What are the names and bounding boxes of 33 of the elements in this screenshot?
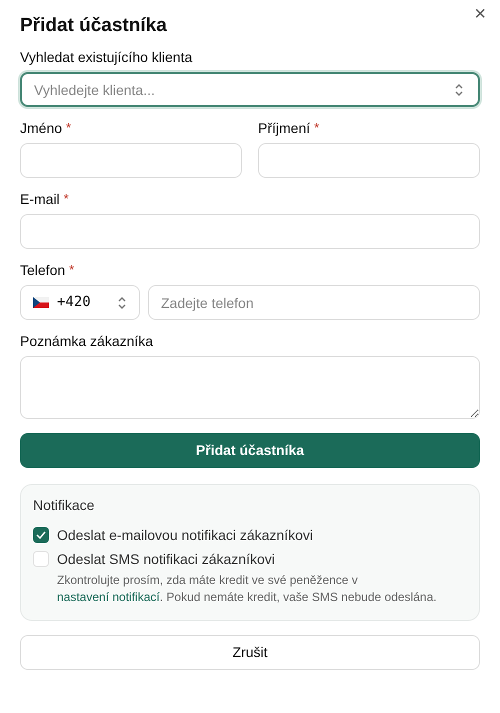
country-code-select[interactable]: +420 bbox=[20, 285, 140, 320]
field-label: Jméno bbox=[20, 119, 62, 137]
field-label: Příjmení bbox=[258, 119, 310, 137]
section-title: Notifikace bbox=[33, 496, 96, 515]
input-field[interactable] bbox=[20, 214, 480, 249]
input-field[interactable] bbox=[258, 143, 480, 178]
close-button[interactable]: × bbox=[474, 4, 486, 24]
search-field[interactable]: Vyhledejte klienta... bbox=[20, 72, 480, 107]
settings-link[interactable]: nastavení notifikací bbox=[57, 590, 160, 604]
required-mark: * bbox=[69, 261, 74, 279]
checkbox[interactable] bbox=[33, 527, 49, 543]
required-mark: * bbox=[64, 190, 69, 208]
note-textarea[interactable] bbox=[20, 356, 480, 419]
required-mark: * bbox=[314, 119, 320, 137]
checkbox[interactable] bbox=[33, 551, 49, 567]
field-label: Poznámka zákazníka bbox=[20, 332, 154, 350]
field-label: E-mail bbox=[20, 190, 60, 208]
country-code: +420 bbox=[57, 293, 92, 312]
field-label: Telefon bbox=[20, 261, 66, 279]
flag-icon bbox=[33, 297, 49, 308]
cancel-button[interactable]: Zrušit bbox=[20, 635, 480, 670]
hint-text: Zkontrolujte prosím, zda máte kredit ve své peněžence v nastavení notifikací. Pokud nemáte kredit, vaše SMS nebude odeslána. bbox=[57, 572, 438, 606]
check-icon bbox=[36, 531, 46, 539]
required-mark: * bbox=[66, 119, 72, 137]
input-field[interactable] bbox=[20, 143, 242, 178]
field-label: Vyhledat existujícího klienta bbox=[20, 48, 192, 66]
submit-button[interactable]: Přidat účastníka bbox=[20, 433, 480, 468]
dialog-title: Přidat účastníka bbox=[20, 14, 168, 38]
chevron-icon bbox=[117, 296, 127, 310]
phone-input[interactable]: Zadejte telefon bbox=[148, 285, 480, 320]
chevron-icon bbox=[454, 83, 464, 97]
checkbox-label: Odeslat SMS notifikaci zákazníkovi bbox=[57, 550, 276, 568]
checkbox-label: Odeslat e-mailovou notifikaci zákazníkovi bbox=[57, 526, 314, 544]
